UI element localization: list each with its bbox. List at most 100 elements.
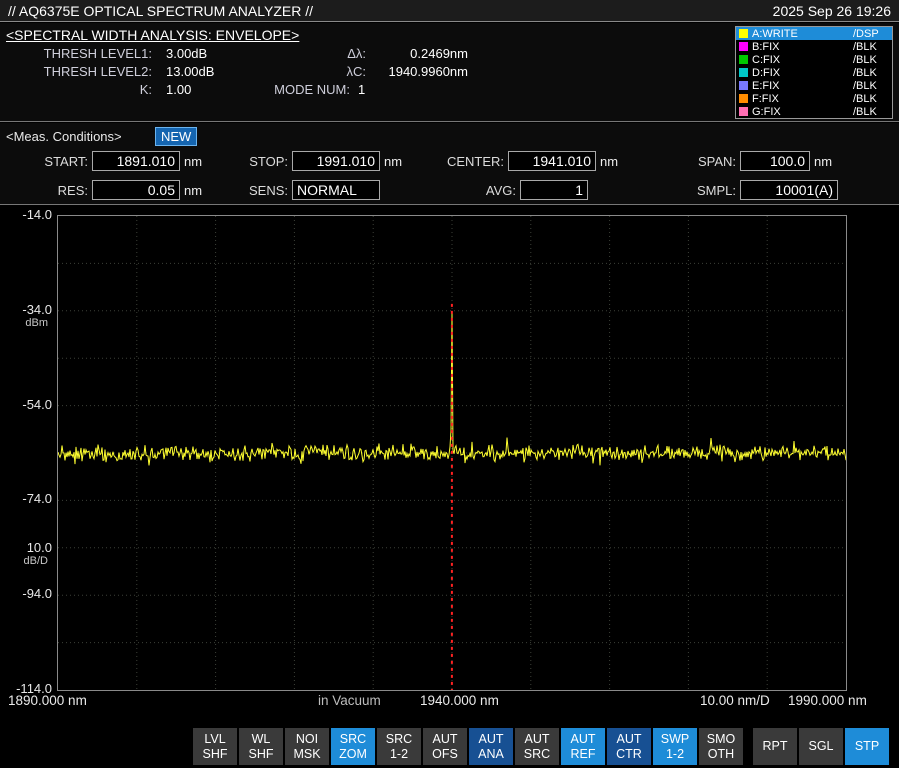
trace-row-f[interactable]: F:FIX /BLK: [736, 92, 892, 105]
key-rpt[interactable]: RPT: [753, 728, 797, 765]
softkey-aut-ref[interactable]: AUTREF: [561, 728, 605, 765]
sens-value[interactable]: NORMAL: [292, 180, 380, 200]
trace-row-e[interactable]: E:FIX /BLK: [736, 79, 892, 92]
k-value: 1.00: [166, 82, 191, 97]
trace-row-b[interactable]: B:FIX /BLK: [736, 40, 892, 53]
softkey-src-1-2[interactable]: SRC1-2: [377, 728, 421, 765]
osa-screen: // AQ6375E OPTICAL SPECTRUM ANALYZER // …: [0, 0, 899, 768]
start-value[interactable]: 1891.010: [92, 151, 180, 171]
start-unit: nm: [184, 154, 202, 169]
trace-a-color-swatch: [739, 29, 748, 38]
softkey-src-zom[interactable]: SRCZOM: [331, 728, 375, 765]
trace-d-color-swatch: [739, 68, 748, 77]
softkey-lvl-shf[interactable]: LVLSHF: [193, 728, 237, 765]
avg-field: AVG: 1: [440, 180, 588, 200]
ytick-2: -54.0: [2, 397, 52, 412]
meas-conditions-panel: <Meas. Conditions> NEW START: 1891.010 n…: [0, 123, 899, 205]
center-field: CENTER: 1941.010 nm: [420, 151, 618, 171]
start-field: START: 1891.010 nm: [8, 151, 202, 171]
trace-d-status: /BLK: [853, 67, 889, 79]
smpl-value[interactable]: 10001(A): [740, 180, 838, 200]
trace-g-color-swatch: [739, 107, 748, 116]
spectrum-plot-area[interactable]: [57, 215, 847, 691]
xaxis-left-label: 1890.000 nm: [8, 693, 87, 708]
trace-g-name: G:FIX: [752, 106, 849, 118]
trace-e-status: /BLK: [853, 80, 889, 92]
span-field: SPAN: 100.0 nm: [660, 151, 832, 171]
softkey-wl-shf[interactable]: WLSHF: [239, 728, 283, 765]
lambda-c-value: 1940.9960nm: [372, 64, 468, 79]
ytick-0: -14.0: [2, 207, 52, 222]
trace-e-name: E:FIX: [752, 80, 849, 92]
thresh-level1-value: 3.00dB: [166, 46, 207, 61]
meas-conditions-title: <Meas. Conditions>: [6, 129, 122, 144]
softkey-aut-ctr[interactable]: AUTCTR: [607, 728, 651, 765]
analysis-title: <SPECTRAL WIDTH ANALYSIS: ENVELOPE>: [6, 27, 299, 43]
trace-b-status: /BLK: [853, 41, 889, 53]
mode-num-value: 1: [358, 82, 365, 97]
center-value[interactable]: 1941.010: [508, 151, 596, 171]
trace-row-c[interactable]: C:FIX /BLK: [736, 53, 892, 66]
stop-field: STOP: 1991.010 nm: [210, 151, 402, 171]
xaxis-per-div-label: 10.00 nm/D: [700, 693, 770, 708]
k-label: K:: [30, 82, 152, 97]
trace-c-name: C:FIX: [752, 54, 849, 66]
delta-lambda-label: Δλ:: [318, 46, 366, 61]
trace-d-name: D:FIX: [752, 67, 849, 79]
xaxis-right-label: 1990.000 nm: [788, 693, 867, 708]
center-unit: nm: [600, 154, 618, 169]
softkey-swp-1-2[interactable]: SWP1-2: [653, 728, 697, 765]
lambda-c-label: λC:: [318, 64, 366, 79]
trace-b-name: B:FIX: [752, 41, 849, 53]
sens-label: SENS:: [210, 183, 288, 198]
trace-list: A:WRITE /DSP B:FIX /BLK C:FIX /BLK D:FIX…: [735, 26, 893, 119]
stop-label: STOP:: [210, 154, 288, 169]
key-stp[interactable]: STP: [845, 728, 889, 765]
datetime: 2025 Sep 26 19:26: [773, 3, 891, 19]
trace-c-status: /BLK: [853, 54, 889, 66]
span-value[interactable]: 100.0: [740, 151, 810, 171]
app-title: // AQ6375E OPTICAL SPECTRUM ANALYZER //: [8, 3, 313, 19]
ytick-1: -34.0: [2, 302, 52, 317]
scale-per-div-unit: dB/D: [2, 555, 48, 567]
trace-e-color-swatch: [739, 81, 748, 90]
softkey-aut-src[interactable]: AUTSRC: [515, 728, 559, 765]
delta-lambda-value: 0.2469nm: [372, 46, 468, 61]
title-bar: // AQ6375E OPTICAL SPECTRUM ANALYZER // …: [0, 0, 899, 22]
trace-c-color-swatch: [739, 55, 748, 64]
mode-num-label: MODE NUM:: [270, 82, 350, 97]
trace-g-status: /BLK: [853, 106, 889, 118]
res-field: RES: 0.05 nm: [8, 180, 202, 200]
trace-f-name: F:FIX: [752, 93, 849, 105]
trace-f-status: /BLK: [853, 93, 889, 105]
softkey-noi-msk[interactable]: NOIMSK: [285, 728, 329, 765]
softkey-aut-ofs[interactable]: AUTOFS: [423, 728, 467, 765]
trace-row-a[interactable]: A:WRITE /DSP: [736, 27, 892, 40]
softkey-smo-oth[interactable]: SMOOTH: [699, 728, 743, 765]
vacuum-label: in Vacuum: [318, 693, 381, 708]
start-label: START:: [8, 154, 88, 169]
spectrum-trace-canvas: [58, 216, 846, 690]
thresh-level2-value: 13.00dB: [166, 64, 214, 79]
key-sgl[interactable]: SGL: [799, 728, 843, 765]
ytick-3: -74.0: [2, 491, 52, 506]
sens-field: SENS: NORMAL: [210, 180, 380, 200]
ytick-4: -94.0: [2, 586, 52, 601]
avg-label: AVG:: [440, 183, 516, 198]
xaxis-center-label: 1940.000 nm: [420, 693, 499, 708]
res-label: RES:: [8, 183, 88, 198]
trace-row-g[interactable]: G:FIX /BLK: [736, 105, 892, 118]
smpl-label: SMPL:: [660, 183, 736, 198]
trace-a-name: A:WRITE: [752, 28, 849, 40]
y-unit-label: dBm: [2, 317, 48, 329]
avg-value[interactable]: 1: [520, 180, 588, 200]
stop-value[interactable]: 1991.010: [292, 151, 380, 171]
scale-per-div-value: 10.0: [2, 540, 52, 555]
center-label: CENTER:: [420, 154, 504, 169]
trace-b-color-swatch: [739, 42, 748, 51]
res-value[interactable]: 0.05: [92, 180, 180, 200]
trace-row-d[interactable]: D:FIX /BLK: [736, 66, 892, 79]
span-unit: nm: [814, 154, 832, 169]
softkey-aut-ana[interactable]: AUTANA: [469, 728, 513, 765]
res-unit: nm: [184, 183, 202, 198]
